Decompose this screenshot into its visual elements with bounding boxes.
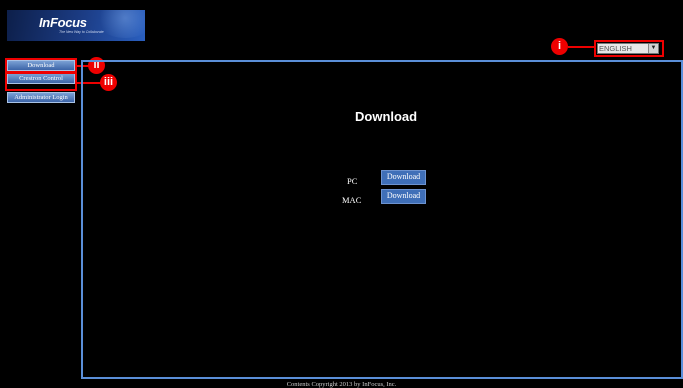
chevron-down-icon[interactable]: ▼: [648, 44, 658, 53]
annotation-marker-i: i: [551, 38, 568, 55]
annotation-box-download: [5, 58, 77, 73]
sidebar-item-label: Administrator Login: [14, 94, 68, 101]
language-select-value: ENGLISH: [599, 44, 632, 53]
annotation-line-i: [568, 46, 594, 48]
download-pc-button[interactable]: Download: [381, 170, 426, 185]
sidebar-item-administrator-login[interactable]: Administrator Login: [7, 92, 75, 103]
copyright-footer: Contents Copyright 2013 by InFocus, Inc.: [286, 381, 397, 388]
infocus-logo: InFocus The New Way to Collaborate: [7, 10, 145, 41]
language-select[interactable]: ENGLISH ▼: [597, 43, 659, 54]
logo-name: InFocus: [39, 15, 87, 30]
logo-tagline: The New Way to Collaborate: [59, 30, 104, 34]
download-mac-button[interactable]: Download: [381, 189, 426, 204]
page-title: Download: [355, 109, 418, 124]
annotation-box-crestron-control: [5, 72, 77, 91]
platform-label-mac: MAC: [342, 195, 362, 205]
content-panel: [81, 60, 683, 379]
platform-label-pc: PC: [347, 176, 358, 186]
